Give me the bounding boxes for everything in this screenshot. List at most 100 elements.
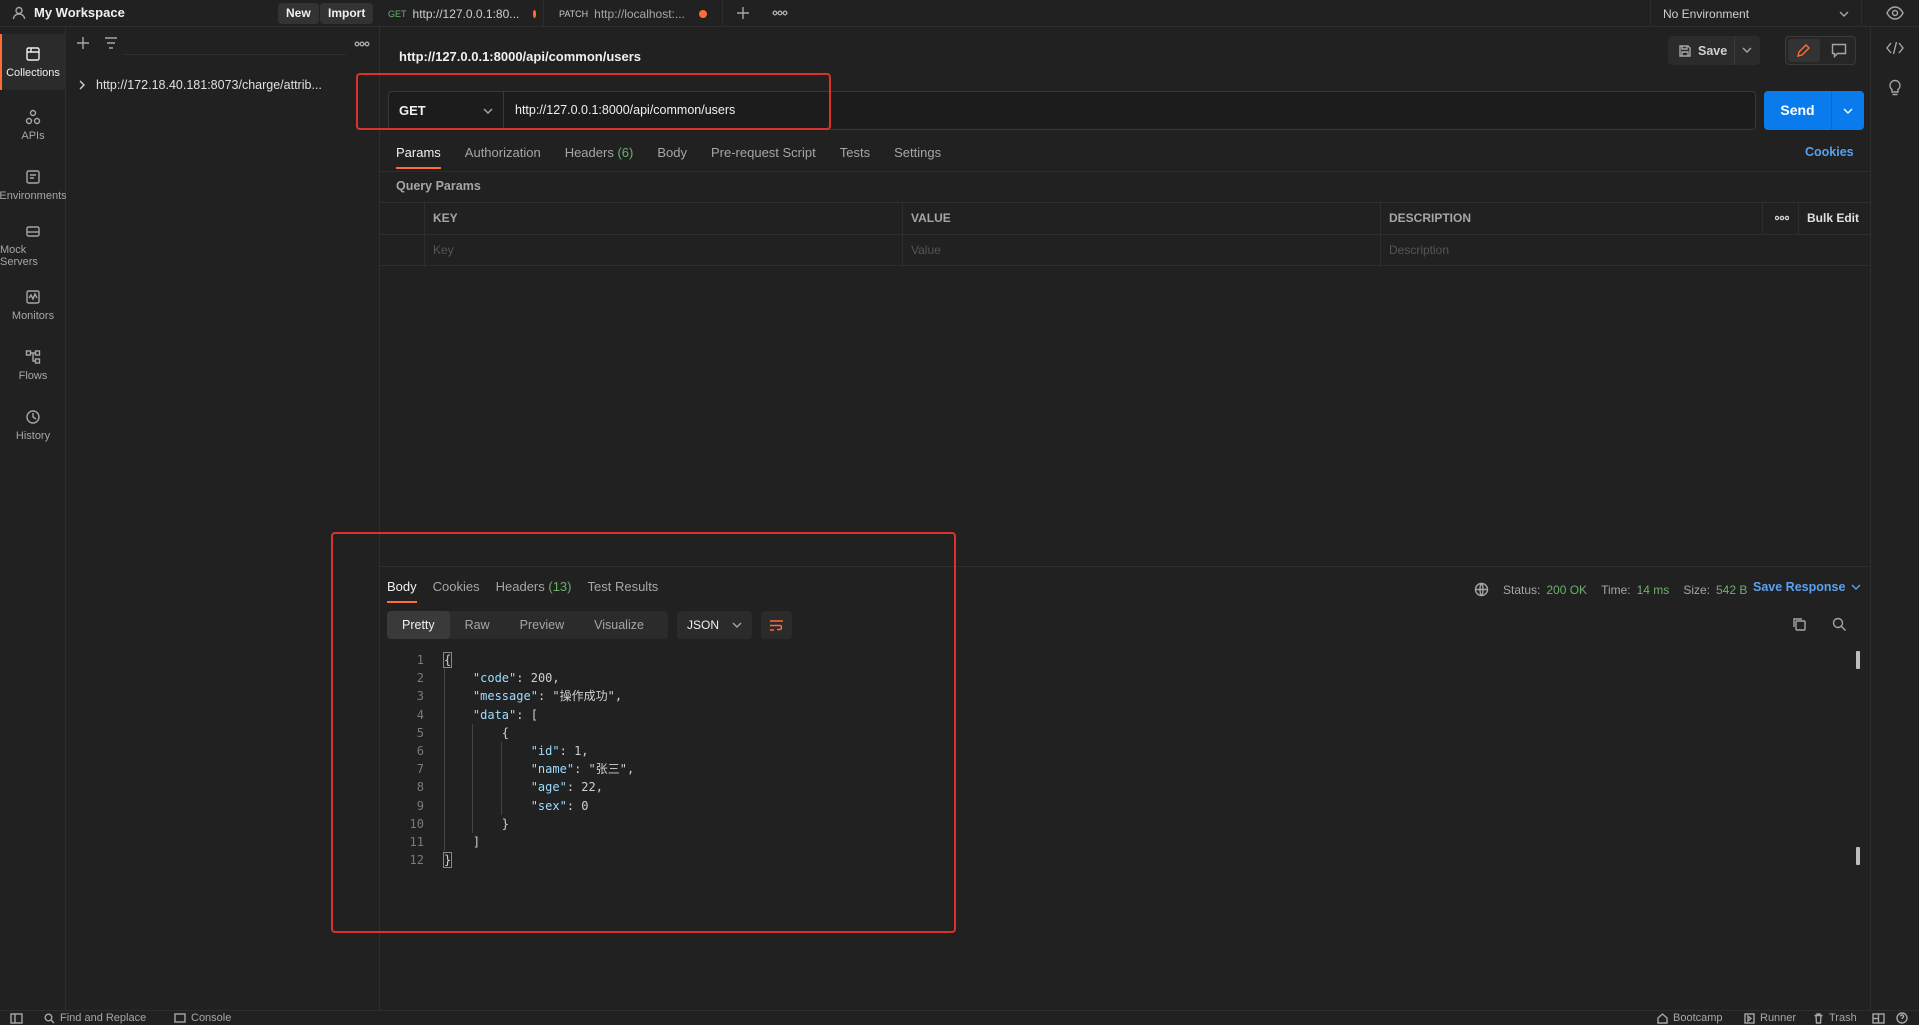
rail-item-environments[interactable]: Environments: [0, 161, 67, 209]
response-meta: Status: 200 OK Time: 14 ms Size: 542 B: [1474, 582, 1747, 597]
collection-item[interactable]: http://172.18.40.181:8073/charge/attrib.…: [78, 78, 322, 92]
request-tab-patch[interactable]: PATCH http://localhost:...: [543, 0, 723, 27]
scrollbar-thumb[interactable]: [1856, 847, 1860, 865]
description-input[interactable]: Description: [1380, 235, 1870, 267]
code-icon[interactable]: [1886, 41, 1904, 55]
new-button[interactable]: New: [278, 3, 319, 24]
tab-authorization[interactable]: Authorization: [465, 145, 541, 169]
code-text: "message": "操作成功",: [472, 689, 623, 704]
rail-item-monitors[interactable]: Monitors: [0, 281, 66, 329]
url-bar: GET http://127.0.0.1:8000/api/common/use…: [388, 91, 1756, 130]
more-tabs-icon[interactable]: [772, 6, 788, 20]
url-input[interactable]: http://127.0.0.1:8000/api/common/users: [515, 103, 735, 117]
trash-icon: [1814, 1012, 1823, 1024]
params-more-icon[interactable]: [1762, 203, 1798, 235]
response-tab-test-results[interactable]: Test Results: [588, 579, 659, 603]
comment-icon[interactable]: [1831, 43, 1847, 58]
bulk-edit-button[interactable]: Bulk Edit: [1798, 203, 1870, 235]
help-icon[interactable]: [1896, 1011, 1908, 1025]
format-select[interactable]: JSON: [677, 611, 752, 639]
method-select[interactable]: GET: [389, 92, 504, 129]
globe-icon[interactable]: [1474, 582, 1489, 597]
edit-mode-button[interactable]: [1788, 39, 1820, 62]
rail-item-flows[interactable]: Flows: [0, 341, 66, 389]
filter-icon[interactable]: [104, 37, 118, 49]
rail-item-apis[interactable]: APIs: [0, 101, 66, 149]
search-icon[interactable]: [1832, 617, 1847, 632]
import-button[interactable]: Import: [320, 3, 374, 24]
lightbulb-icon[interactable]: [1887, 79, 1903, 97]
console-button[interactable]: Console: [174, 1011, 231, 1025]
copy-icon[interactable]: [1792, 617, 1807, 632]
eye-icon[interactable]: [1886, 6, 1904, 20]
toggle-sidebar-icon[interactable]: [10, 1011, 23, 1025]
tab-label: Test Results: [587, 579, 659, 594]
response-tab-cookies[interactable]: Cookies: [433, 579, 480, 603]
editor-mode-toggle[interactable]: [1785, 36, 1856, 65]
pencil-icon: [1797, 44, 1810, 57]
line-number: 11: [409, 834, 424, 849]
trash-label: Trash: [1829, 1012, 1857, 1024]
save-button[interactable]: Save: [1668, 36, 1760, 65]
response-tab-headers[interactable]: Headers (13): [496, 579, 572, 603]
add-collection-plus-icon[interactable]: [76, 36, 90, 50]
response-tab-body[interactable]: Body: [387, 579, 417, 603]
value-input[interactable]: Value: [902, 235, 1380, 267]
bootcamp-button[interactable]: Bootcamp: [1657, 1011, 1723, 1025]
workspace-switcher[interactable]: My Workspace: [12, 5, 125, 20]
collections-sidebar: http://172.18.40.181:8073/charge/attrib.…: [66, 27, 380, 1010]
rail-label: Monitors: [11, 309, 55, 322]
tab-pre-request-script[interactable]: Pre-request Script: [711, 145, 816, 169]
tab-tests[interactable]: Tests: [840, 145, 870, 169]
trash-button[interactable]: Trash: [1813, 1011, 1857, 1025]
params-empty-row: Key Value Description: [380, 234, 1870, 267]
right-rail: [1870, 27, 1919, 1010]
tab-headers[interactable]: Headers (6): [565, 145, 634, 169]
code-line: 7 "name": "张三",: [380, 760, 1860, 778]
tab-method: GET: [388, 8, 407, 19]
line-number: 1: [416, 653, 424, 667]
key-input[interactable]: Key: [424, 235, 902, 267]
rail-label: Collections: [6, 66, 60, 79]
workspace-name: My Workspace: [34, 5, 125, 20]
save-response-button[interactable]: Save Response: [1753, 580, 1861, 594]
view-preview-button[interactable]: Preview: [505, 611, 579, 639]
size-value[interactable]: 542 B: [1716, 583, 1747, 597]
rail-item-collections[interactable]: Collections: [0, 34, 66, 90]
rail-item-mock-servers[interactable]: Mock Servers: [0, 221, 66, 269]
line-number: 7: [416, 762, 424, 777]
tab-count: (6): [617, 145, 634, 160]
new-tab-plus-icon[interactable]: [736, 6, 750, 20]
environment-select[interactable]: No Environment: [1650, 0, 1862, 27]
send-button[interactable]: Send: [1764, 91, 1831, 130]
request-tab-get[interactable]: GET http://127.0.0.1:80...: [388, 0, 536, 27]
sidebar-more-icon[interactable]: [354, 37, 370, 51]
sidebar-search-input[interactable]: [124, 34, 346, 55]
tab-label: Body: [657, 145, 687, 160]
value-column-header: VALUE: [902, 203, 1380, 235]
find-replace-button[interactable]: Find and Replace: [44, 1011, 146, 1025]
runner-button[interactable]: Runner: [1744, 1011, 1796, 1025]
key-column-header: KEY: [424, 203, 902, 235]
code-text: ]: [444, 834, 481, 849]
time-value[interactable]: 14 ms: [1637, 583, 1670, 597]
code-line: 2 "code": 200,: [380, 669, 1860, 687]
tab-label: Headers: [564, 145, 614, 160]
view-visualize-button[interactable]: Visualize: [579, 611, 659, 639]
send-options-button[interactable]: [1831, 91, 1864, 130]
code-line: 12}: [380, 851, 1860, 869]
tab-params[interactable]: Params: [396, 145, 441, 169]
view-raw-button[interactable]: Raw: [450, 611, 505, 639]
tab-settings[interactable]: Settings: [894, 145, 941, 169]
two-pane-icon[interactable]: [1872, 1011, 1885, 1025]
view-pretty-button[interactable]: Pretty: [387, 611, 450, 639]
rail-item-history[interactable]: History: [0, 401, 66, 449]
cookies-link[interactable]: Cookies: [1805, 145, 1854, 159]
wrap-lines-button[interactable]: [761, 611, 792, 639]
status-value[interactable]: 200 OK: [1546, 583, 1587, 597]
response-body-editor[interactable]: 1{ 2 "code": 200, 3 "message": "操作成功", 4…: [380, 651, 1860, 869]
user-icon: [12, 6, 26, 19]
scrollbar-thumb[interactable]: [1856, 651, 1860, 669]
tab-body[interactable]: Body: [657, 145, 687, 169]
line-number: 4: [416, 707, 424, 722]
